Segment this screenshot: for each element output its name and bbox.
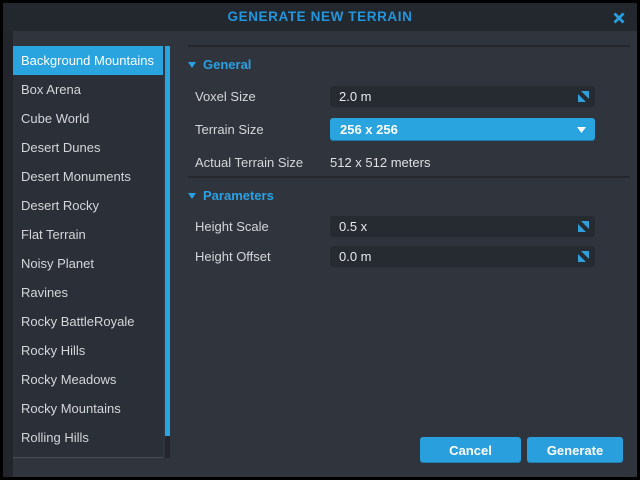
- terrain-size-label: Terrain Size: [195, 122, 264, 137]
- section-header-parameters[interactable]: Parameters: [188, 188, 274, 203]
- section-title: General: [203, 57, 251, 72]
- sidebar-gutter: [3, 31, 13, 477]
- list-item[interactable]: Rocky BattleRoyale: [13, 307, 163, 336]
- voxel-size-label: Voxel Size: [195, 89, 256, 104]
- list-item[interactable]: Rolling Hills: [13, 423, 163, 452]
- sidebar-scrollbar-thumb[interactable]: [165, 46, 170, 436]
- titlebar: GENERATE NEW TERRAIN: [3, 3, 637, 31]
- height-scale-row: Height Scale: [186, 216, 632, 237]
- page-title: GENERATE NEW TERRAIN: [3, 3, 637, 31]
- separator: [188, 176, 630, 178]
- dialog-frame: GENERATE NEW TERRAIN Background Mountain…: [3, 3, 637, 477]
- height-scale-field: [330, 216, 595, 237]
- sidebar-scrollbar-track[interactable]: [165, 46, 170, 458]
- diagonal-drag-icon[interactable]: [578, 221, 589, 232]
- height-offset-field: [330, 246, 595, 267]
- terrain-preset-list: Background MountainsBox ArenaCube WorldD…: [13, 46, 163, 458]
- list-item[interactable]: Desert Monuments: [13, 162, 163, 191]
- actual-terrain-size-value: 512 x 512 meters: [330, 155, 430, 170]
- voxel-size-input[interactable]: [330, 86, 578, 107]
- list-item[interactable]: Flat Terrain: [13, 220, 163, 249]
- voxel-size-field: [330, 86, 595, 107]
- actual-terrain-size-row: Actual Terrain Size 512 x 512 meters: [186, 153, 632, 171]
- actual-terrain-size-label: Actual Terrain Size: [195, 155, 303, 170]
- close-icon: [612, 11, 626, 25]
- section-header-general[interactable]: General: [188, 57, 251, 72]
- cancel-button[interactable]: Cancel: [420, 437, 521, 463]
- terrain-size-row: Terrain Size 256 x 256: [186, 118, 632, 141]
- list-item[interactable]: Rocky Hills: [13, 336, 163, 365]
- collapse-caret-icon: [188, 193, 196, 199]
- close-button[interactable]: [610, 9, 628, 27]
- list-item[interactable]: Rocky Mountains: [13, 394, 163, 423]
- diagonal-drag-icon[interactable]: [578, 251, 589, 262]
- terrain-size-value: 256 x 256: [330, 122, 577, 137]
- height-scale-label: Height Scale: [195, 219, 269, 234]
- separator: [188, 45, 630, 47]
- list-item[interactable]: Rocky Meadows: [13, 365, 163, 394]
- list-item[interactable]: Cube World: [13, 104, 163, 133]
- list-item[interactable]: Noisy Planet: [13, 249, 163, 278]
- height-offset-input[interactable]: [330, 246, 578, 267]
- chevron-down-icon: [577, 127, 586, 133]
- height-offset-row: Height Offset: [186, 246, 632, 267]
- settings-panel: General Voxel Size Terrain Size: [186, 31, 632, 477]
- height-offset-label: Height Offset: [195, 249, 271, 264]
- diagonal-drag-icon[interactable]: [578, 91, 589, 102]
- section-title: Parameters: [203, 188, 274, 203]
- voxel-size-row: Voxel Size: [186, 86, 632, 107]
- generate-terrain-dialog: GENERATE NEW TERRAIN Background Mountain…: [0, 0, 640, 480]
- terrain-size-dropdown[interactable]: 256 x 256: [330, 118, 595, 141]
- list-item[interactable]: Desert Rocky: [13, 191, 163, 220]
- list-item[interactable]: Box Arena: [13, 75, 163, 104]
- list-item[interactable]: Background Mountains: [13, 46, 163, 75]
- list-item[interactable]: Ravines: [13, 278, 163, 307]
- collapse-caret-icon: [188, 62, 196, 68]
- list-item[interactable]: Desert Dunes: [13, 133, 163, 162]
- height-scale-input[interactable]: [330, 216, 578, 237]
- generate-button[interactable]: Generate: [527, 437, 623, 463]
